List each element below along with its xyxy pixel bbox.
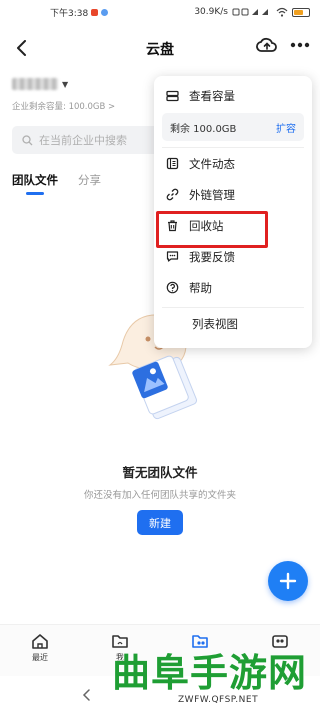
status-left: 下午3:38 bbox=[50, 6, 109, 19]
search-icon bbox=[22, 134, 33, 145]
more-icon[interactable] bbox=[290, 42, 310, 48]
system-back-icon[interactable] bbox=[82, 688, 92, 701]
screen: 下午3:38 30.9K/s 云盘 ▼ 企业剩余容量: 100.0GB > 在当… bbox=[0, 0, 320, 711]
app-header: 云盘 bbox=[0, 28, 320, 70]
file-activity-icon bbox=[166, 157, 179, 170]
menu-item-list-view[interactable]: 列表视图 bbox=[154, 308, 312, 339]
cloud-upload-icon[interactable] bbox=[256, 36, 278, 54]
menu-item-link-management[interactable]: 外链管理 bbox=[154, 179, 312, 210]
enterprise-switcher[interactable]: ▼ bbox=[12, 78, 68, 90]
menu-capacity-label: 查看容量 bbox=[189, 88, 235, 103]
storage-icon bbox=[166, 90, 179, 101]
status-bar: 下午3:38 30.9K/s bbox=[0, 0, 320, 24]
app-notification-icon-2 bbox=[101, 8, 109, 16]
nav-recent[interactable]: 最近 bbox=[10, 625, 70, 676]
empty-title: 暂无团队文件 bbox=[122, 465, 198, 480]
help-icon bbox=[166, 281, 179, 294]
chevron-left-icon bbox=[17, 40, 26, 56]
menu-help-label: 帮助 bbox=[189, 280, 212, 295]
header-actions bbox=[256, 36, 310, 54]
menu-item-file-activity[interactable]: 文件动态 bbox=[154, 148, 312, 179]
back-button[interactable] bbox=[10, 36, 34, 60]
page-title: 云盘 bbox=[146, 42, 174, 58]
watermark-url: ZWFW.QFSP.NET bbox=[178, 695, 259, 705]
remaining-capacity-box: 剩余 100.0GB 扩容 bbox=[162, 113, 304, 141]
link-icon bbox=[166, 188, 179, 201]
signal-icons bbox=[232, 8, 268, 16]
wifi-icon bbox=[276, 7, 288, 17]
tab-bar: 团队文件 分享 bbox=[12, 172, 101, 195]
menu-item-capacity[interactable]: 查看容量 bbox=[154, 80, 312, 111]
enterprise-name-blurred bbox=[12, 78, 58, 90]
feedback-icon bbox=[166, 251, 179, 262]
new-button[interactable]: 新建 bbox=[137, 510, 183, 535]
menu-item-help[interactable]: 帮助 bbox=[154, 272, 312, 303]
search-placeholder: 在当前企业中搜索 bbox=[39, 134, 127, 147]
battery-icon bbox=[292, 7, 310, 17]
enterprise-quota[interactable]: 企业剩余容量: 100.0GB > bbox=[12, 100, 115, 112]
watermark-text: 曲阜手游网 bbox=[112, 650, 308, 695]
menu-list-view-label: 列表视图 bbox=[192, 316, 238, 331]
tab-team-files[interactable]: 团队文件 bbox=[12, 172, 58, 195]
remaining-capacity: 剩余 100.0GB bbox=[170, 123, 237, 135]
network-speed: 30.9K/s bbox=[194, 7, 228, 17]
empty-description: 你还没有加入任何团队共享的文件夹 bbox=[83, 490, 236, 501]
menu-feedback-label: 我要反馈 bbox=[189, 249, 235, 264]
status-right: 30.9K/s bbox=[194, 7, 310, 17]
menu-link-label: 外链管理 bbox=[189, 187, 235, 202]
tab-share[interactable]: 分享 bbox=[78, 172, 101, 188]
app-notification-icon bbox=[91, 8, 99, 16]
home-icon bbox=[32, 634, 48, 649]
plus-icon bbox=[279, 572, 297, 590]
add-fab-button[interactable] bbox=[268, 561, 308, 601]
caret-down-icon: ▼ bbox=[62, 79, 69, 89]
nav-recent-label: 最近 bbox=[32, 653, 48, 662]
menu-file-activity-label: 文件动态 bbox=[189, 156, 235, 171]
site-watermark: 曲阜手游网 ZWFW.QFSP.NET bbox=[112, 640, 320, 711]
status-time: 下午3:38 bbox=[50, 8, 89, 19]
expand-capacity-link[interactable]: 扩容 bbox=[276, 120, 296, 135]
recycle-bin-highlight-box bbox=[156, 211, 268, 248]
